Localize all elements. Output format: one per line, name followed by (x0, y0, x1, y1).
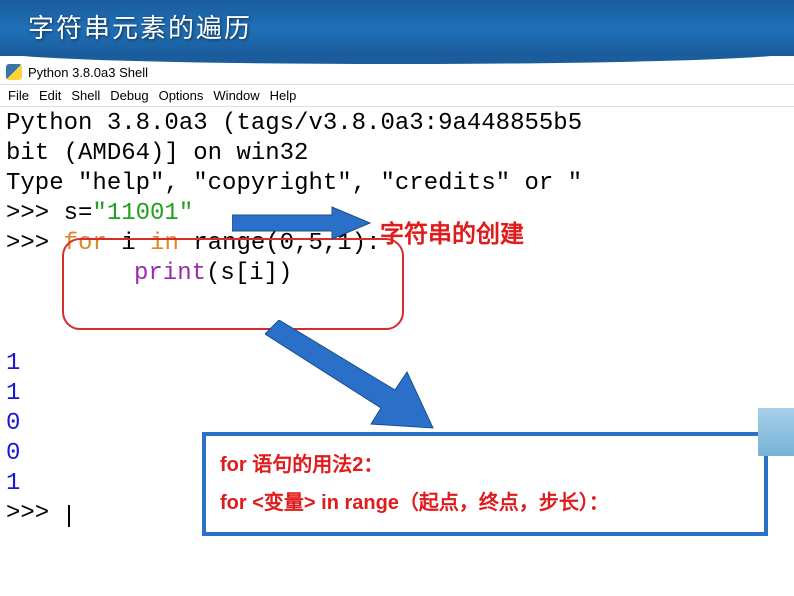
decorative-cube-icon (758, 408, 794, 456)
arrow-right-icon (232, 205, 372, 241)
menu-help[interactable]: Help (270, 88, 297, 103)
for-loop-highlight-box (62, 238, 404, 330)
menu-shell[interactable]: Shell (71, 88, 100, 103)
python-icon (6, 64, 22, 80)
shell-window-title: Python 3.8.0a3 Shell (28, 65, 148, 80)
banner-line-1: Python 3.8.0a3 (tags/v3.8.0a3:9a448855b5 (6, 109, 788, 139)
menu-file[interactable]: File (8, 88, 29, 103)
arrow-diagonal-icon (265, 320, 435, 430)
banner-line-2: bit (AMD64)] on win32 (6, 139, 788, 169)
annotation-for-title: for 语句的用法2： (220, 446, 750, 484)
menu-bar: File Edit Shell Debug Options Window Hel… (0, 85, 794, 107)
menu-options[interactable]: Options (159, 88, 204, 103)
cursor-icon (68, 505, 70, 527)
slide-header: 字符串元素的遍历 (0, 0, 794, 56)
slide-title: 字符串元素的遍历 (0, 0, 794, 53)
annotation-string-creation: 字符串的创建 (380, 214, 524, 249)
banner-line-3: Type "help", "copyright", "credits" or " (6, 169, 788, 199)
menu-debug[interactable]: Debug (110, 88, 148, 103)
menu-edit[interactable]: Edit (39, 88, 61, 103)
annotation-for-usage-box: for 语句的用法2： for <变量> in range（起点，终点，步长）： (202, 432, 768, 536)
menu-window[interactable]: Window (213, 88, 259, 103)
annotation-for-syntax: for <变量> in range（起点，终点，步长）： (220, 484, 750, 522)
